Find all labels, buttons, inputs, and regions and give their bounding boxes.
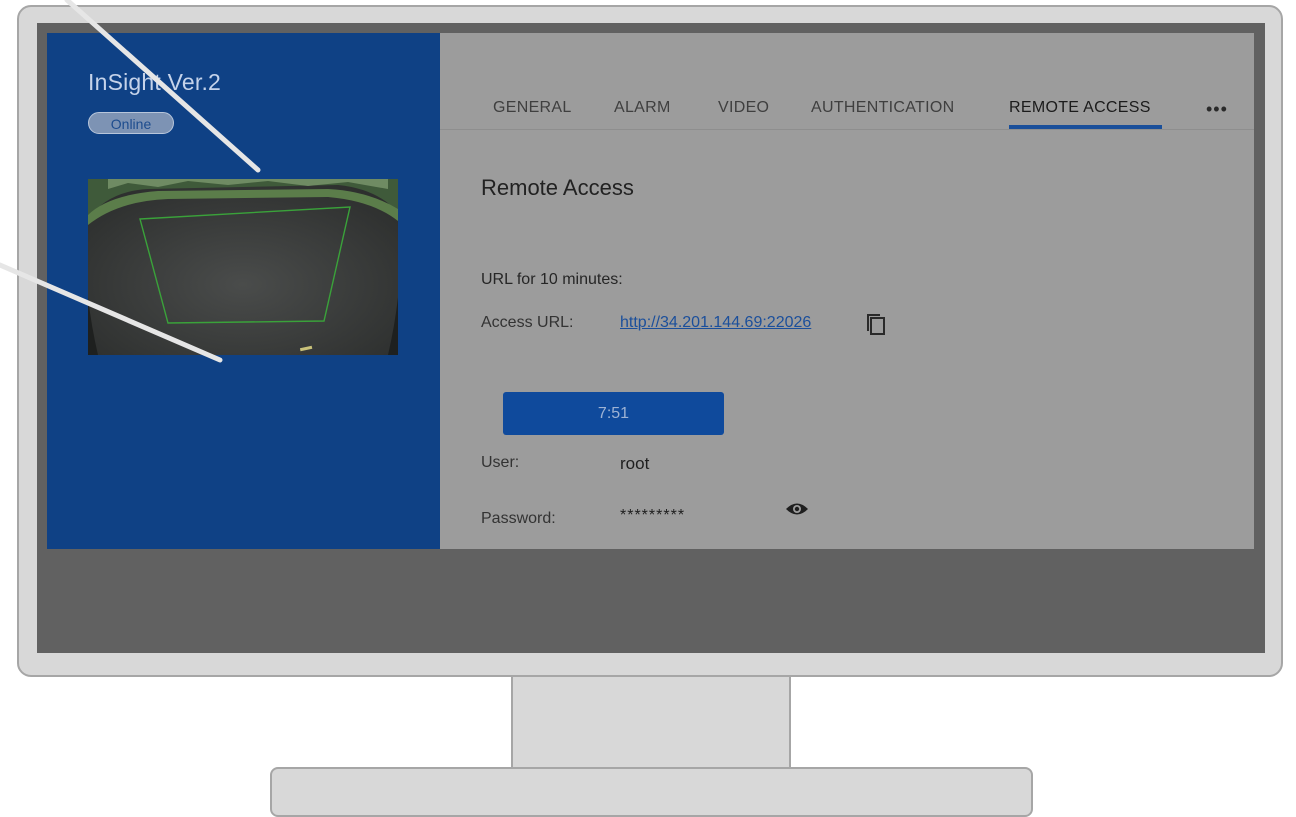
password-label: Password: [481, 510, 556, 527]
settings-panel: GENERAL ALARM VIDEO AUTHENTICATION REMOT… [440, 33, 1254, 549]
remote-session-timer-button[interactable]: 7:51 [503, 392, 724, 435]
monitor-stand-neck [511, 677, 791, 772]
monitor-stand-base [270, 767, 1033, 817]
access-url-label: Access URL: [481, 314, 574, 331]
camera-preview-svg [88, 179, 398, 355]
url-duration-caption: URL for 10 minutes: [481, 271, 623, 288]
tab-alarm[interactable]: ALARM [614, 99, 671, 117]
device-sidebar: InSight Ver.2 Online [47, 33, 440, 549]
tab-remote-access[interactable]: REMOTE ACCESS [1009, 99, 1151, 117]
more-horizontal-icon[interactable]: ••• [1206, 99, 1228, 120]
camera-preview-image[interactable] [88, 179, 398, 355]
device-title: InSight Ver.2 [88, 69, 222, 95]
tab-video[interactable]: VIDEO [718, 99, 769, 117]
access-url-link[interactable]: http://34.201.144.69:22026 [620, 314, 811, 332]
password-value: ********* [620, 507, 686, 524]
copy-icon[interactable] [865, 313, 887, 337]
tab-authentication[interactable]: AUTHENTICATION [811, 99, 954, 117]
eye-icon[interactable] [785, 500, 809, 518]
tab-general[interactable]: GENERAL [493, 99, 572, 117]
status-badge: Online [88, 112, 174, 134]
section-title: Remote Access [481, 175, 634, 200]
app-window: InSight Ver.2 Online GENERAL ALARM VIDEO… [47, 33, 1254, 549]
user-label: User: [481, 454, 520, 471]
user-value: root [620, 454, 650, 473]
active-tab-indicator [1009, 125, 1162, 129]
tab-bar: GENERAL ALARM VIDEO AUTHENTICATION REMOT… [440, 33, 1254, 130]
